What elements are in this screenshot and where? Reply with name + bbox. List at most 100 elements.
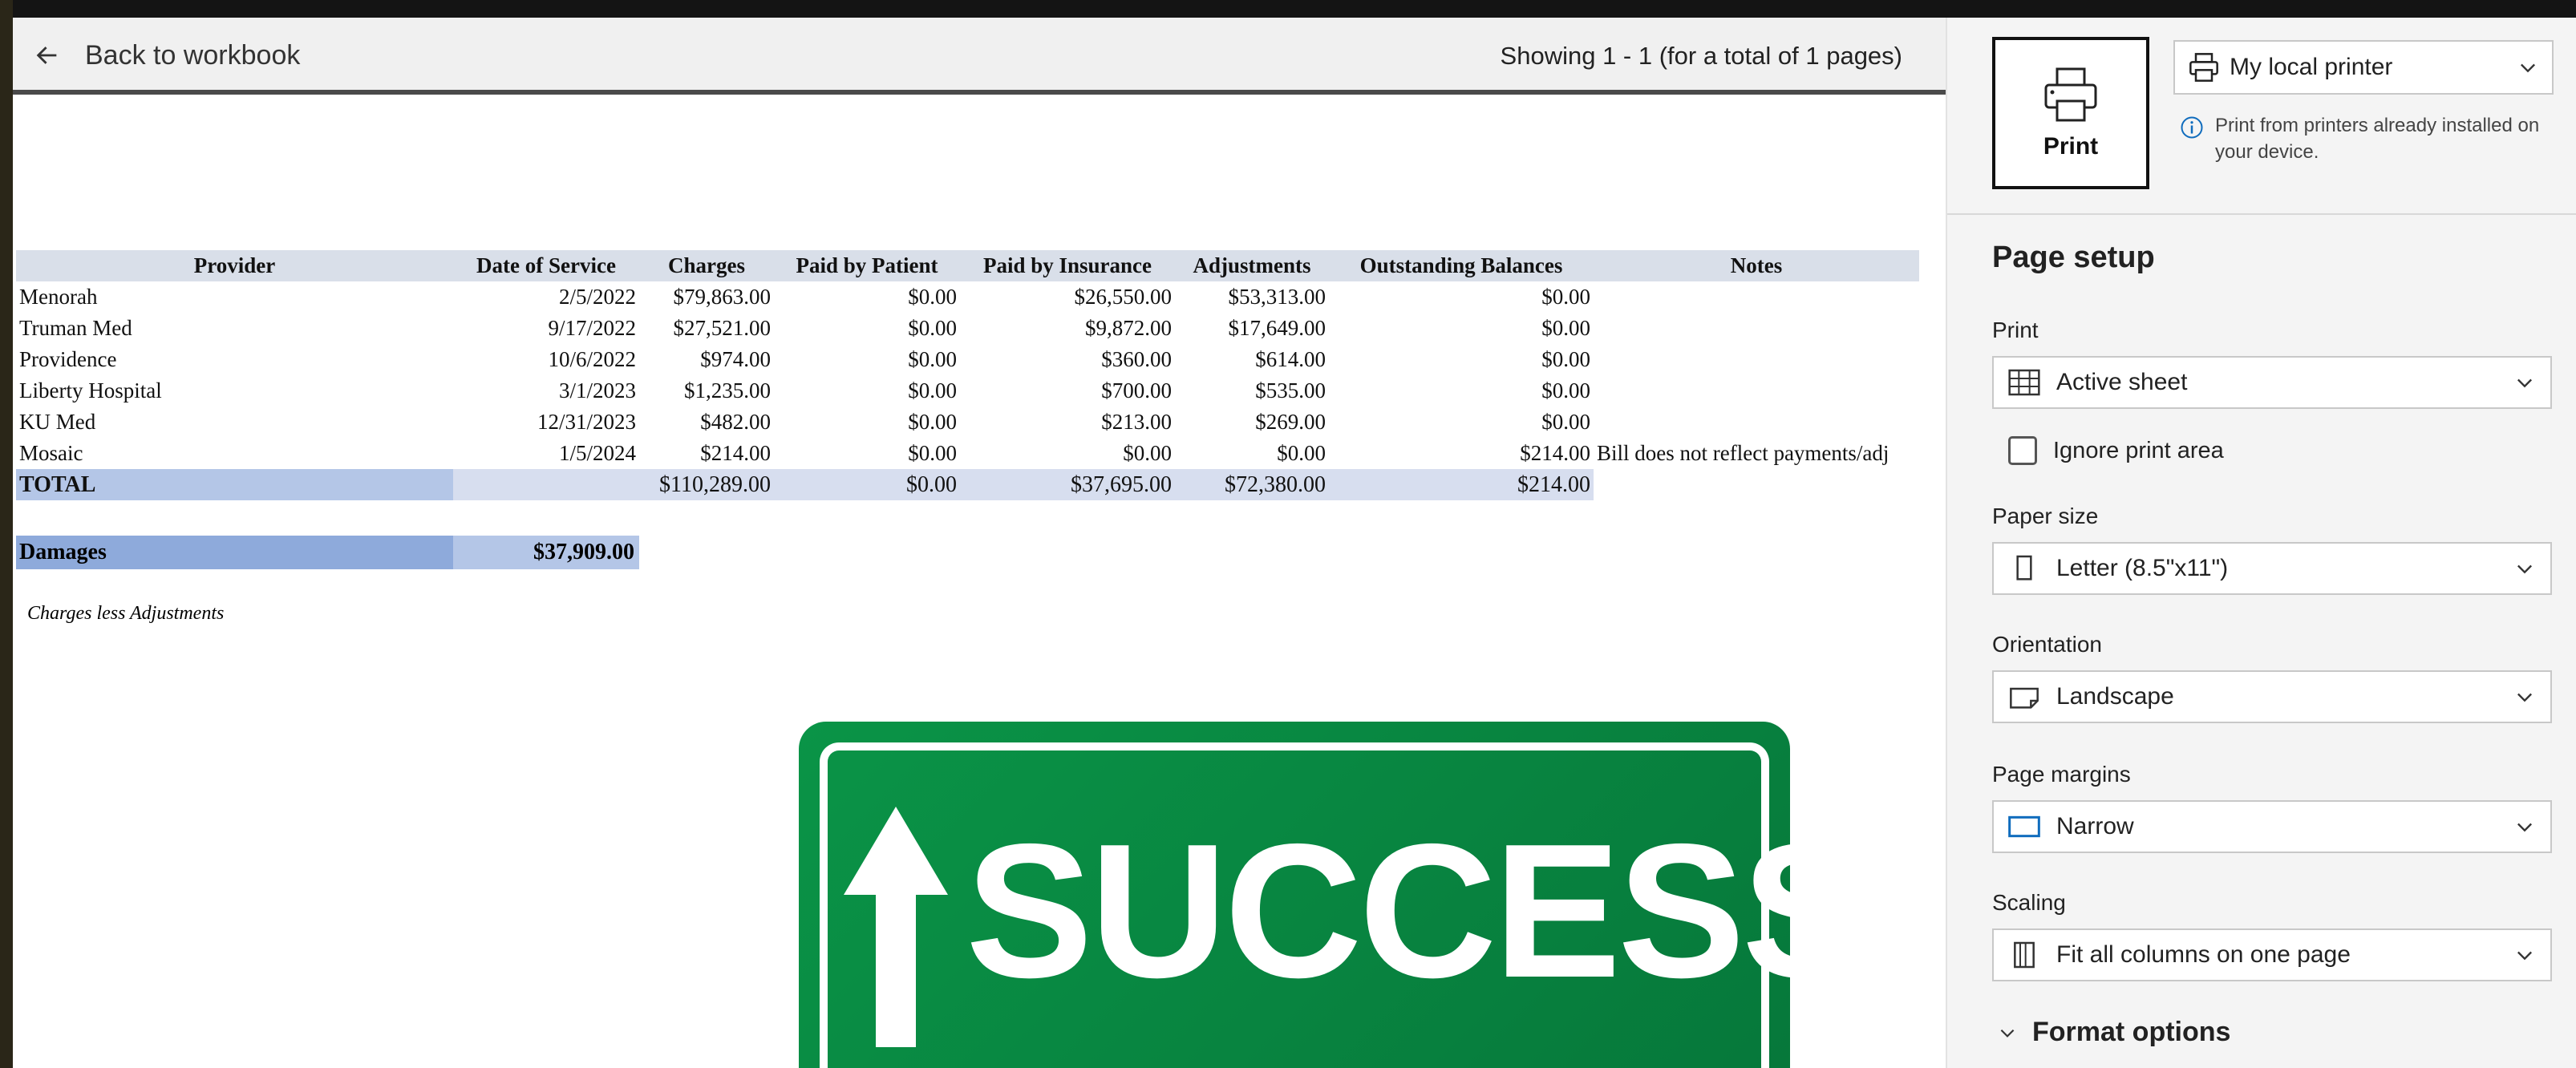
charges-cell: $79,863.00 [673, 285, 772, 309]
total-paid-patient: $0.00 [774, 469, 960, 500]
fit-columns-icon [2014, 941, 2035, 969]
table-row: Truman Med 9/17/2022 $27,521.00 $0.00 $9… [16, 313, 1919, 344]
header-cell: Adjustments [1175, 250, 1329, 281]
page-margins-value: Narrow [2056, 813, 2134, 839]
date-cell: 9/17/2022 [548, 316, 636, 340]
printer-dropdown[interactable]: My local printer [2173, 40, 2554, 95]
outstanding-cell: $214.00 [1520, 441, 1590, 465]
damages-value: $37,909.00 [453, 536, 639, 569]
charges-cell: $974.00 [700, 347, 771, 371]
window-left-frame [0, 0, 13, 1068]
notes-cell [1594, 375, 1919, 407]
orientation-dropdown[interactable]: Landscape [1992, 670, 2552, 723]
paper-size-label: Paper size [1992, 504, 2099, 528]
table-row: Menorah 2/5/2022 $79,863.00 $0.00 $26,55… [16, 281, 1919, 313]
total-notes-cell [1594, 469, 1919, 500]
adjustments-cell: $535.00 [1255, 378, 1326, 403]
paid-insurance-cell: $213.00 [1101, 410, 1172, 434]
date-cell: 2/5/2022 [558, 285, 636, 309]
chevron-down-icon [2517, 951, 2532, 961]
arrow-left-icon [36, 47, 57, 64]
header-cell: Notes [1594, 250, 1919, 281]
chevron-down-icon [2521, 63, 2535, 73]
paper-size-dropdown[interactable]: Letter (8.5"x11") [1992, 542, 2552, 595]
adjustments-cell: $614.00 [1255, 347, 1326, 371]
page-setup-title: Page setup [1992, 241, 2155, 274]
print-button[interactable]: Print [1992, 37, 2149, 189]
paid-insurance-cell: $26,550.00 [1074, 285, 1173, 309]
chevron-down-icon [2517, 564, 2532, 574]
paid-insurance-cell: $700.00 [1101, 378, 1172, 403]
outstanding-cell: $0.00 [1541, 378, 1590, 403]
charges-cell: $214.00 [700, 441, 771, 465]
date-cell: 12/31/2023 [537, 410, 636, 434]
chevron-down-icon [2517, 378, 2532, 388]
orientation-value: Landscape [2056, 683, 2174, 710]
paid-insurance-cell: $9,872.00 [1085, 316, 1172, 340]
outstanding-cell: $0.00 [1541, 410, 1590, 434]
page-margins-dropdown[interactable]: Narrow [1992, 800, 2552, 853]
success-sign-image: SUCCESS [799, 722, 1869, 1068]
paid-patient-cell: $0.00 [908, 410, 957, 434]
adjustments-cell: $0.00 [1277, 441, 1326, 465]
damages-label: Damages [16, 536, 453, 569]
paid-patient-cell: $0.00 [908, 378, 957, 403]
ignore-print-area-checkbox[interactable] [2008, 436, 2037, 465]
table-row: KU Med 12/31/2023 $482.00 $0.00 $213.00 … [16, 407, 1919, 438]
notes-cell [1594, 313, 1919, 344]
table-header-row: Provider Date of Service Charges Paid by… [16, 250, 1919, 281]
printer-icon [2044, 67, 2097, 122]
total-charges: $110,289.00 [639, 469, 774, 500]
margins-icon [2008, 815, 2040, 838]
preview-toolbar: Back to workbook Showing 1 - 1 (for a to… [13, 18, 1946, 95]
adjustments-cell: $17,649.00 [1228, 316, 1326, 340]
chevron-down-icon [2517, 693, 2532, 702]
page-count-info: Showing 1 - 1 (for a total of 1 pages) [1500, 42, 1902, 70]
info-icon [2181, 116, 2203, 139]
date-cell: 1/5/2024 [558, 441, 636, 465]
printer-info: Print from printers already installed on… [2180, 112, 2557, 165]
print-what-dropdown[interactable]: Active sheet [1992, 356, 2552, 409]
notes-cell [1594, 407, 1919, 438]
sign-text: SUCCESS [966, 805, 1869, 1017]
outstanding-cell: $0.00 [1541, 285, 1590, 309]
format-options-expander[interactable]: Format options [1997, 1017, 2230, 1048]
damages-footnote: Charges less Adjustments [27, 603, 225, 624]
print-button-label: Print [2043, 133, 2099, 160]
orientation-label: Orientation [1992, 632, 2102, 657]
panel-divider [1947, 213, 2576, 215]
paid-patient-cell: $0.00 [908, 316, 957, 340]
printer-icon [2189, 53, 2218, 82]
provider-cell: Truman Med [19, 316, 132, 340]
header-cell: Provider [16, 250, 453, 281]
provider-table: Provider Date of Service Charges Paid by… [16, 250, 1919, 500]
header-cell: Paid by Insurance [960, 250, 1175, 281]
provider-cell: KU Med [19, 410, 96, 434]
scaling-label: Scaling [1992, 890, 2066, 915]
back-to-workbook-label: Back to workbook [85, 39, 301, 71]
landscape-page-icon [2010, 687, 2039, 709]
total-empty-cell [453, 469, 639, 500]
window-top-frame [0, 0, 2576, 18]
table-row: Providence 10/6/2022 $974.00 $0.00 $360.… [16, 344, 1919, 375]
provider-cell: Mosaic [19, 441, 83, 465]
damages-row: Damages $37,909.00 [16, 536, 639, 569]
total-label: TOTAL [16, 469, 453, 500]
notes-cell [1594, 344, 1919, 375]
header-cell: Charges [639, 250, 774, 281]
total-outstanding: $214.00 [1329, 469, 1594, 500]
header-cell: Date of Service [453, 250, 639, 281]
ignore-print-area-option[interactable]: Ignore print area [2008, 436, 2224, 465]
paid-insurance-cell: $360.00 [1101, 347, 1172, 371]
adjustments-cell: $269.00 [1255, 410, 1326, 434]
up-arrow-icon [844, 807, 948, 1047]
charges-cell: $1,235.00 [684, 378, 771, 403]
print-what-value: Active sheet [2056, 369, 2188, 395]
back-to-workbook-button[interactable]: Back to workbook [34, 35, 300, 75]
ignore-print-area-label: Ignore print area [2053, 437, 2224, 463]
notes-cell [1594, 281, 1919, 313]
header-cell: Outstanding Balances [1329, 250, 1594, 281]
print-settings-panel: Print My local printer Print from printe… [1946, 18, 2576, 1068]
paper-icon [2016, 555, 2032, 581]
scaling-dropdown[interactable]: Fit all columns on one page [1992, 928, 2552, 981]
